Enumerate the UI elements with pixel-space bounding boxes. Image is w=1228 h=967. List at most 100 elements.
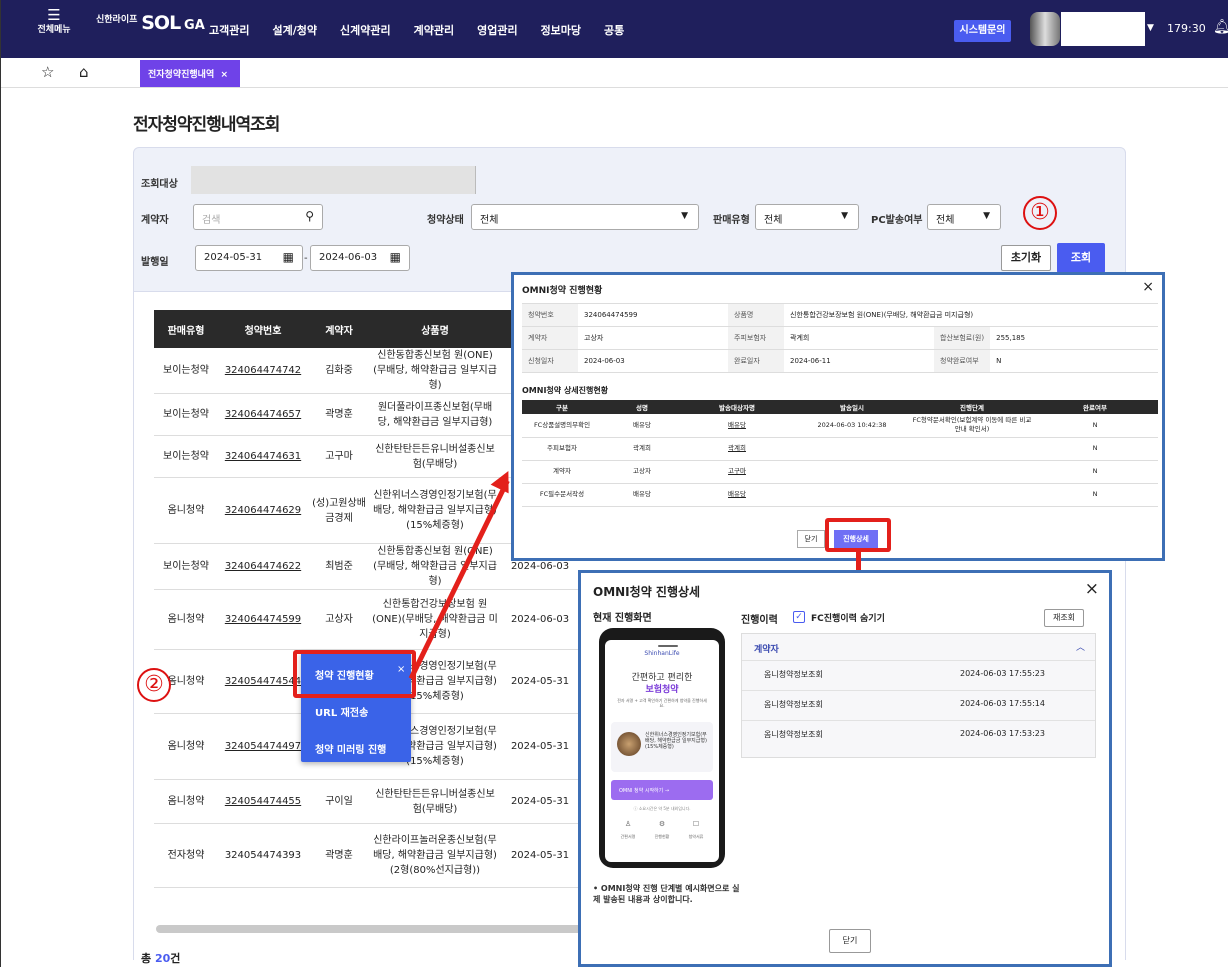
cell: 고상자 bbox=[602, 460, 682, 484]
table-row[interactable]: 전자청약 324054474393 곽명훈 신한라이프놀러운종신보험(무배당, … bbox=[154, 823, 580, 888]
cell-number-link[interactable]: 324054474497 bbox=[218, 713, 308, 780]
status-select[interactable]: 전체 ▼ bbox=[471, 204, 699, 230]
reset-button[interactable]: 초기화 bbox=[1001, 245, 1051, 271]
system-inquiry-button[interactable]: 시스템문의 bbox=[954, 20, 1011, 42]
info-key: 신청일자 bbox=[522, 349, 578, 373]
cell-number-link[interactable]: 324064474622 bbox=[218, 543, 308, 590]
cell-name: (성)고원상배금경제 bbox=[308, 477, 370, 544]
logo-small: 신한라이프 bbox=[96, 15, 138, 25]
cell: N bbox=[1032, 460, 1158, 484]
cell bbox=[792, 437, 912, 461]
col-header: 진행단계 bbox=[912, 400, 1032, 414]
requery-button[interactable]: 재조회 bbox=[1044, 609, 1084, 627]
nav-item[interactable]: 공통 bbox=[604, 22, 624, 38]
phone-brand: ShinhanLife bbox=[644, 650, 680, 657]
contractor-search-input[interactable]: 검색 ⚲ bbox=[193, 204, 323, 230]
table-row[interactable]: 옴니청약 324064474599 고상자 신한통합건강보장보험 원(ONE)(… bbox=[154, 589, 580, 650]
cell-number-link[interactable]: 324064474631 bbox=[218, 435, 308, 478]
date-from-value: 2024-05-31 bbox=[204, 252, 263, 263]
nav-item[interactable]: 계약관리 bbox=[414, 22, 454, 38]
person-photo bbox=[617, 732, 641, 756]
nav-item[interactable]: 신계약관리 bbox=[340, 22, 391, 38]
cell-name: 김화중 bbox=[308, 348, 370, 394]
cell-name: 곽명훈 bbox=[308, 393, 370, 436]
hide-fc-history-label[interactable]: FC진행이력 숨기기 bbox=[811, 611, 885, 624]
cell-type: 전자청약 bbox=[154, 823, 218, 888]
date-to-input[interactable]: 2024-06-03 ▦ bbox=[310, 245, 410, 271]
cell-number-link[interactable]: 324064474629 bbox=[218, 477, 308, 544]
contractor-label: 계약자 bbox=[141, 215, 169, 226]
chevron-up-icon[interactable]: ︿ bbox=[1076, 640, 1085, 653]
sales-type-label: 판매유형 bbox=[713, 215, 750, 226]
cell-number-link[interactable]: 324064474599 bbox=[218, 589, 308, 650]
nav-item[interactable]: 영업관리 bbox=[477, 22, 517, 38]
bell-icon[interactable]: 🔔︎ bbox=[1213, 19, 1228, 35]
detail-status-table: 구분 성명 발송대상자명 발송일시 진행단계 완료여부 FC상품설명의무확인 배… bbox=[522, 400, 1158, 507]
cell-link[interactable]: 배유당 bbox=[682, 483, 792, 507]
search-icon[interactable]: ⚲ bbox=[305, 209, 314, 223]
cell-link[interactable]: 고구마 bbox=[682, 460, 792, 484]
phone-start-button: OMNI 청약 시작하기 → bbox=[611, 780, 713, 800]
menu-item-url-resend[interactable]: URL 재전송 bbox=[315, 704, 368, 719]
avatar[interactable] bbox=[1030, 12, 1060, 46]
annotation-number-2: ② bbox=[137, 668, 171, 702]
cell-number[interactable]: 324054474393 bbox=[218, 823, 308, 888]
col-header: 상품명 bbox=[370, 310, 500, 348]
table-row[interactable]: 옴니청약 324054474455 구이일 신한탄탄든든유니버설종신보험(무배당… bbox=[154, 779, 580, 824]
modal-title: OMNI청약 진행상세 bbox=[593, 585, 701, 599]
contractor-placeholder: 검색 bbox=[202, 215, 221, 226]
cell: N bbox=[1032, 437, 1158, 461]
user-name-redacted[interactable] bbox=[1061, 12, 1145, 46]
status-label: 청약상태 bbox=[427, 215, 464, 226]
cell-type: 보이는청약 bbox=[154, 393, 218, 436]
horizontal-scrollbar[interactable] bbox=[156, 925, 596, 933]
annotation-number-1: ① bbox=[1023, 196, 1057, 230]
history-panel: 계약자 ︿ 옴니청약정보조회 2024-06-03 17:55:23 옴니청약정… bbox=[741, 633, 1096, 758]
cell bbox=[912, 460, 1032, 484]
all-menu-button[interactable]: ☰ 전체메뉴 bbox=[34, 8, 74, 36]
cell: 2024-06-03 10:42:38 bbox=[792, 414, 912, 438]
search-button[interactable]: 조회 bbox=[1057, 243, 1105, 273]
calendar-icon[interactable]: ▦ bbox=[390, 250, 401, 264]
table-row: FC필수문서작성 배유당 배유당 N bbox=[522, 483, 1158, 507]
cell-link[interactable]: 곽계희 bbox=[682, 437, 792, 461]
phone-icon-label: 청약서류 bbox=[688, 834, 704, 839]
cell-number-link[interactable]: 324054474455 bbox=[218, 779, 308, 824]
cell-number-link[interactable]: 324064474742 bbox=[218, 348, 308, 394]
close-icon[interactable]: × bbox=[1085, 579, 1099, 599]
menu-item-mirroring[interactable]: 청약 미러링 진행 bbox=[315, 741, 386, 756]
pc-send-select[interactable]: 전체 ▼ bbox=[927, 204, 1001, 230]
cell: 주피보험자 bbox=[522, 437, 602, 461]
close-icon[interactable]: × bbox=[1142, 279, 1154, 295]
cell-name: 구이일 bbox=[308, 779, 370, 824]
cell-number-link[interactable]: 324064474657 bbox=[218, 393, 308, 436]
more-icon[interactable]: ⋮ bbox=[1223, 64, 1228, 80]
nav-item[interactable]: 정보마당 bbox=[541, 22, 581, 38]
home-icon[interactable]: ⌂ bbox=[79, 63, 89, 81]
cell: N bbox=[1032, 483, 1158, 507]
calendar-icon[interactable]: ▦ bbox=[283, 250, 294, 264]
nav-item[interactable]: 설계/청약 bbox=[272, 22, 317, 38]
cell-product: 신한동합종신보험 원(ONE)(무배당, 해약환급금 일부지급형) bbox=[370, 348, 500, 394]
hide-fc-history-checkbox[interactable]: ✓ bbox=[793, 611, 805, 623]
date-from-input[interactable]: 2024-05-31 ▦ bbox=[195, 245, 303, 271]
target-field-redacted[interactable] bbox=[191, 166, 476, 194]
omni-detail-modal: OMNI청약 진행상세 × 현재 진행화면 ShinhanLife 간편하고 편… bbox=[578, 570, 1112, 967]
cell-link[interactable]: 배유당 bbox=[682, 414, 792, 438]
close-icon[interactable]: × bbox=[217, 70, 229, 80]
logo[interactable]: 신한라이프 SOL GA bbox=[96, 12, 205, 34]
close-button[interactable]: 닫기 bbox=[797, 530, 825, 548]
gear-icon: ⚙ bbox=[658, 820, 666, 828]
cell-product: 신한탄탄든든유니버설종신보험(무배당) bbox=[370, 435, 500, 478]
nav-item[interactable]: 고객관리 bbox=[209, 22, 249, 38]
close-button[interactable]: 닫기 bbox=[829, 929, 871, 953]
history-group-title[interactable]: 계약자 bbox=[754, 642, 779, 655]
info-key: 완료일자 bbox=[728, 349, 784, 373]
cell: N bbox=[1032, 414, 1158, 438]
highlight-box-detail-button bbox=[825, 518, 891, 552]
tab-active[interactable]: 전자청약진행내역 × bbox=[140, 60, 240, 87]
star-icon[interactable]: ☆ bbox=[41, 63, 54, 81]
sales-type-select[interactable]: 전체 ▼ bbox=[755, 204, 859, 230]
info-row: 청약번호 324064474599 상품명 신한통합건강보장보험 원(ONE)(… bbox=[522, 303, 1158, 327]
chevron-down-icon[interactable]: ▼ bbox=[1147, 23, 1154, 33]
